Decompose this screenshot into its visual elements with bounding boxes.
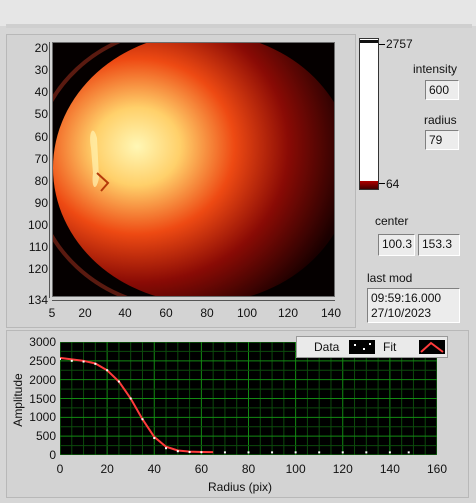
center-label: center (375, 214, 409, 228)
data-point (176, 450, 179, 453)
image-y-tick: 30 (34, 63, 48, 77)
chart-x-tick: 80 (241, 462, 256, 476)
data-point (247, 451, 250, 454)
colorbar-max-marker[interactable] (379, 44, 385, 45)
legend-data-swatch[interactable] (349, 340, 375, 354)
data-point (188, 450, 191, 453)
data-point (388, 451, 391, 454)
data-point (271, 451, 274, 454)
image-y-tick: 20 (34, 41, 48, 55)
x-axis-title: Radius (pix) (207, 480, 273, 494)
image-y-tick: 80 (34, 174, 48, 188)
data-point (82, 360, 85, 363)
data-point (318, 451, 321, 454)
data-point (294, 451, 297, 454)
legend-data-label: Data (314, 340, 340, 354)
center-x-field[interactable]: 100.3 (378, 234, 415, 256)
image-x-axis (52, 300, 335, 301)
image-y-tick: 60 (34, 130, 48, 144)
data-point (60, 357, 61, 360)
data-point (407, 451, 410, 454)
image-x-tick: 5 (48, 306, 56, 320)
image-y-tick: 120 (27, 262, 48, 276)
chart-y-tick: 1500 (29, 391, 56, 406)
image-y-tick: 90 (34, 196, 48, 210)
chart-y-tick: 1000 (29, 410, 56, 425)
image-y-tick: 110 (28, 240, 48, 254)
chart-y-tick: 500 (35, 429, 56, 444)
data-point (223, 451, 226, 454)
colorbar-max-label: 2757 (386, 37, 413, 51)
intensity-field[interactable]: 600 (425, 80, 459, 100)
image-x-tick: 140 (320, 306, 342, 320)
data-point (165, 447, 168, 450)
image-x-tick: 80 (200, 306, 214, 320)
chart-x-tick: 40 (147, 462, 161, 476)
image-x-tick: 60 (159, 306, 173, 320)
colorbar-min-label: 64 (386, 177, 400, 191)
image-x-tick: 20 (78, 306, 92, 320)
image-x-tick: 100 (236, 306, 258, 320)
colorbar (359, 38, 379, 190)
image-y-axis (49, 42, 50, 298)
chart-x-tick: 140 (379, 462, 400, 476)
chart-x-tick: 20 (100, 462, 114, 476)
data-point (106, 369, 109, 372)
title-strip (0, 0, 476, 26)
image-y-tick: 40 (34, 85, 48, 99)
chart-x-tick: 100 (285, 462, 306, 476)
data-point (70, 359, 73, 362)
last-mod-field[interactable]: 09:59:16.000 27/10/2023 (367, 288, 460, 323)
data-point (141, 418, 144, 421)
chart-x-tick: 160 (426, 462, 448, 476)
data-point (129, 397, 132, 400)
legend-fit-label: Fit (383, 340, 397, 354)
data-point (153, 437, 156, 440)
chart-y-tick: 2000 (29, 372, 56, 387)
chart-x-tick: 60 (194, 462, 209, 476)
colorbar-min-band (360, 181, 378, 189)
image-y-tick: 100 (27, 218, 48, 232)
colorbar-max-band (360, 40, 378, 43)
last-mod-label: last mod (367, 271, 413, 285)
data-point (365, 451, 368, 454)
image-y-tick: 134 (27, 293, 48, 307)
data-point (341, 451, 344, 454)
title-divider (6, 24, 472, 28)
image-y-tick: 50 (34, 107, 48, 121)
legend-fit-swatch[interactable] (419, 340, 445, 354)
intensity-image (52, 42, 335, 297)
profile-plot (60, 342, 437, 455)
center-y-field[interactable]: 153.3 (418, 234, 460, 256)
image-y-tick: 70 (34, 152, 48, 166)
data-point (200, 451, 203, 454)
intensity-image-graphic (53, 43, 334, 296)
chart-legend: Data Fit (296, 336, 448, 358)
image-x-tick: 120 (277, 306, 299, 320)
data-point (117, 380, 120, 383)
last-mod-date: 27/10/2023 (371, 306, 432, 320)
chart-y-tick: 2500 (29, 353, 56, 368)
chart-y-tick: 0 (49, 448, 56, 462)
chart-x-tick: 120 (332, 462, 353, 476)
chart-x-tick: 0 (56, 462, 64, 476)
intensity-label: intensity (413, 62, 458, 76)
last-mod-time: 09:59:16.000 (371, 291, 442, 305)
chart-y-tick: 3000 (29, 335, 56, 349)
fit-line-icon (420, 341, 444, 353)
colorbar-min-marker[interactable] (379, 183, 385, 184)
data-point (94, 362, 97, 365)
radius-label: radius (424, 113, 457, 127)
radius-field[interactable]: 79 (425, 130, 459, 150)
image-x-tick: 40 (118, 306, 132, 320)
